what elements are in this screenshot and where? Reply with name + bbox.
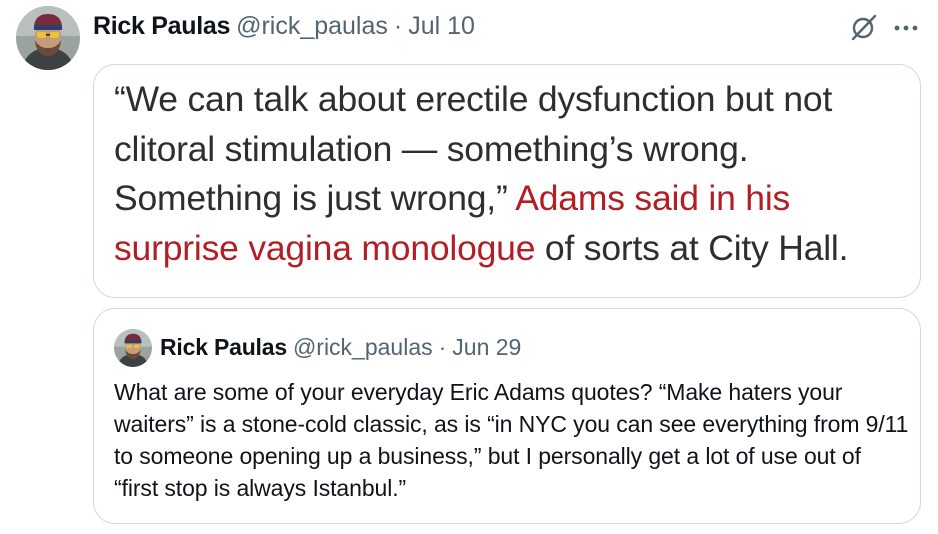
media-image-card[interactable]: “We can talk about erectile dysfunction … [93, 64, 921, 298]
display-name[interactable]: Rick Paulas [93, 12, 230, 41]
quoted-tweet-header: Rick Paulas @rick_paulas · Jun 29 [160, 332, 521, 362]
media-image-text: “We can talk about erectile dysfunction … [114, 75, 894, 273]
quoted-avatar[interactable] [114, 329, 152, 367]
quoted-avatar-image [114, 329, 152, 367]
media-text-after: of sorts at City Hall. [535, 227, 849, 268]
user-handle[interactable]: @rick_paulas [236, 12, 388, 41]
quoted-tweet-timestamp[interactable]: Jun 29 [452, 334, 521, 361]
separator-dot: · [393, 11, 403, 40]
quoted-display-name[interactable]: Rick Paulas [160, 334, 287, 361]
tweet-timestamp[interactable]: Jul 10 [408, 12, 475, 41]
quoted-user-handle[interactable]: @rick_paulas [293, 334, 433, 361]
quoted-tweet-text: What are some of your everyday Eric Adam… [114, 379, 909, 501]
grok-icon[interactable] [848, 11, 880, 43]
more-icon[interactable] [890, 11, 922, 43]
tweet-header: Rick Paulas @rick_paulas · Jul 10 [93, 8, 475, 44]
quoted-separator-dot: · [438, 333, 447, 360]
quoted-tweet-card[interactable]: Rick Paulas @rick_paulas · Jun 29 What a… [93, 308, 921, 524]
avatar[interactable] [16, 6, 80, 70]
avatar-image [16, 6, 80, 70]
